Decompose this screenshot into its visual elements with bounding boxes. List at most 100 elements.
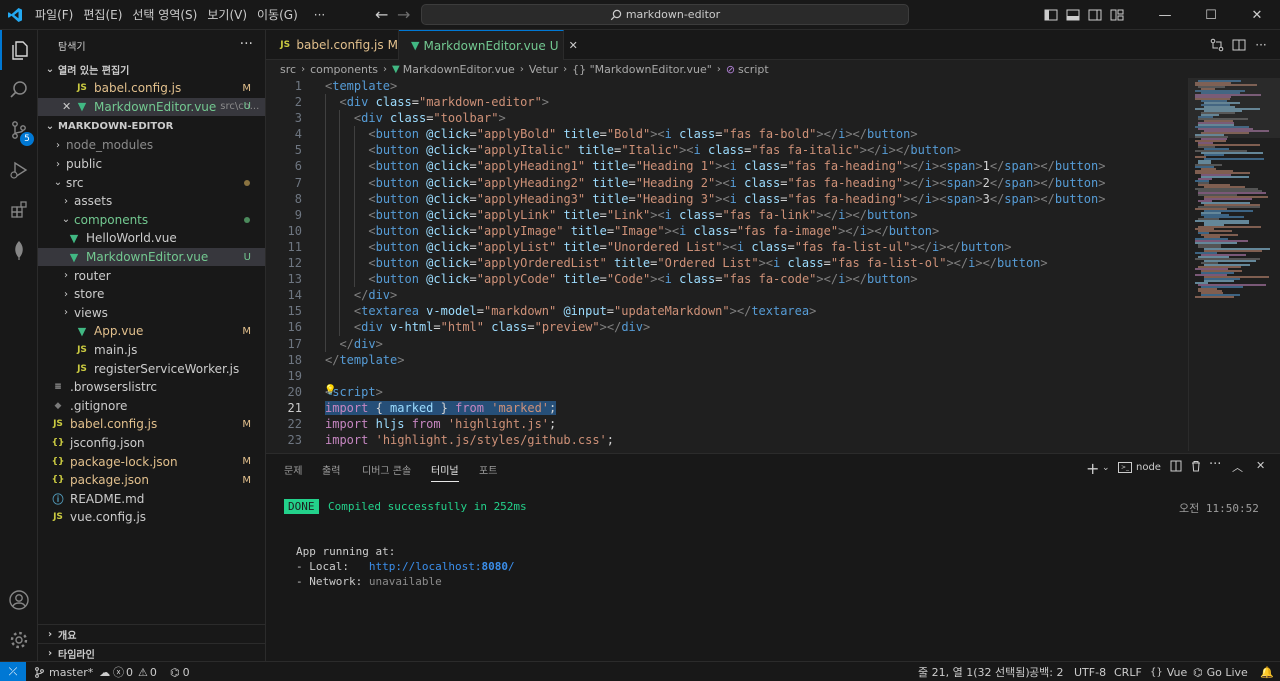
run-debug-icon[interactable] (0, 150, 38, 190)
more-actions-icon[interactable]: ··· (1250, 30, 1272, 60)
file-item[interactable]: {} package.json M (38, 471, 265, 490)
file-item[interactable]: JS babel.config.js M (38, 415, 265, 434)
code-line[interactable]: 15 <textarea v-model="markdown" @input="… (266, 303, 1186, 320)
breadcrumb-item[interactable]: Vetur (529, 63, 558, 76)
ports-status[interactable]: ⌬ 0 (170, 662, 190, 681)
end-of-line[interactable]: CRLF (1114, 662, 1142, 681)
file-item[interactable]: ⓘ README.md (38, 489, 265, 508)
tab-ports[interactable]: 포트 (479, 462, 497, 477)
code-line[interactable]: 1 <template> (266, 78, 1186, 94)
sync-icon[interactable]: ☁ (99, 666, 110, 679)
folder-item[interactable]: › views (38, 304, 265, 323)
code-line[interactable]: 7 <button @click="applyHeading2" title="… (266, 174, 1186, 191)
code-line[interactable]: 20 <script> (266, 384, 1186, 400)
open-editor-item[interactable]: JS babel.config.js M (38, 79, 265, 98)
toggle-secondary-sidebar-icon[interactable] (1084, 0, 1106, 30)
minimap-viewport[interactable] (1189, 78, 1280, 138)
code-line[interactable]: 17 </div> (266, 335, 1186, 352)
code-line[interactable]: 9 <button @click="applyLink" title="Link… (266, 206, 1186, 223)
menu-edit[interactable]: 편집(E) (78, 0, 127, 30)
file-item[interactable]: ▼ HelloWorld.vue (38, 229, 265, 248)
file-item-selected[interactable]: ▼ MarkdownEditor.vue U (38, 247, 265, 267)
customize-layout-icon[interactable] (1106, 0, 1128, 30)
tab-close-icon[interactable]: ✕ (569, 39, 578, 52)
settings-gear-icon[interactable] (0, 620, 38, 660)
code-line[interactable]: 5 <button @click="applyItalic" title="It… (266, 142, 1186, 159)
command-center-search[interactable]: markdown-editor (421, 4, 909, 25)
minimap[interactable] (1188, 78, 1280, 451)
search-icon[interactable] (0, 70, 38, 110)
menu-file[interactable]: 파일(F) (30, 0, 78, 30)
more-actions-icon[interactable]: ··· (240, 36, 253, 52)
file-item[interactable]: {} jsconfig.json (38, 434, 265, 453)
code-line[interactable]: 4 <button @click="applyBold" title="Bold… (266, 126, 1186, 143)
new-terminal-icon[interactable]: + (1086, 459, 1099, 478)
code-line[interactable]: 18 </template> (266, 352, 1186, 368)
code-line[interactable]: 19 (266, 368, 1186, 384)
language-mode[interactable]: {} Vue (1150, 662, 1187, 681)
lightbulb-icon[interactable]: 💡 (324, 385, 336, 396)
code-line[interactable]: 12 <button @click="applyOrderedList" tit… (266, 255, 1186, 272)
tab-terminal[interactable]: 터미널 (431, 462, 459, 482)
split-terminal-icon[interactable] (1170, 460, 1182, 475)
split-editor-icon[interactable] (1228, 30, 1250, 60)
menu-selection[interactable]: 선택 영역(S) (127, 0, 202, 30)
cursor-position[interactable]: 줄 21, 열 1(32 선택됨) (918, 662, 1030, 681)
code-line[interactable]: 14 </div> (266, 287, 1186, 304)
file-item[interactable]: ≡ .browserslistrc (38, 378, 265, 397)
code-line[interactable]: 10 <button @click="applyImage" title="Im… (266, 222, 1186, 239)
toggle-primary-sidebar-icon[interactable] (1040, 0, 1062, 30)
forward-arrow-icon[interactable]: → (390, 5, 417, 24)
code-line[interactable]: 8 <button @click="applyHeading3" title="… (266, 190, 1186, 207)
tab-babel-config[interactable]: JS babel.config.js M (266, 30, 399, 60)
code-line[interactable]: 22 import hljs from 'highlight.js'; (266, 416, 1186, 432)
remote-indicator-icon[interactable]: ⤫ (0, 662, 26, 681)
timeline-section[interactable]: › 타임라인 (38, 643, 266, 663)
more-actions-icon[interactable]: ··· (1209, 457, 1221, 472)
file-item[interactable]: JS registerServiceWorker.js (38, 359, 265, 378)
file-item[interactable]: JS vue.config.js (38, 508, 265, 527)
toggle-panel-icon[interactable] (1062, 0, 1084, 30)
project-header[interactable]: ⌄ MARKDOWN-EDITOR (38, 117, 265, 136)
folder-item[interactable]: › router (38, 266, 265, 285)
breadcrumb-item[interactable]: components (310, 63, 378, 76)
chevron-down-icon[interactable]: ⌄ (1102, 463, 1110, 473)
menu-go[interactable]: 이동(G) (252, 0, 303, 30)
file-item[interactable]: ◆ .gitignore (38, 397, 265, 416)
maximize-panel-icon[interactable]: ︿ (1232, 459, 1243, 475)
indentation[interactable]: 공백: 2 (1029, 662, 1063, 681)
account-icon[interactable] (0, 580, 38, 620)
code-line[interactable]: 13 <button @click="applyCode" title="Cod… (266, 271, 1186, 288)
close-icon[interactable]: ✕ (62, 100, 74, 113)
open-editors-header[interactable]: ⌄ 열려 있는 편집기 (38, 60, 265, 79)
file-item[interactable]: JS main.js (38, 341, 265, 360)
minimize-button[interactable]: — (1142, 0, 1188, 30)
folder-item[interactable]: ⌄ src (38, 173, 265, 192)
folder-item[interactable]: › node_modules (38, 136, 265, 155)
branch-status[interactable]: master* ☁ (34, 662, 110, 681)
local-url[interactable]: http://localhost:8080/ (369, 560, 515, 573)
outline-section[interactable]: › 개요 (38, 624, 266, 644)
explorer-icon[interactable] (0, 30, 38, 70)
extensions-icon[interactable] (0, 190, 38, 230)
open-editor-item-active[interactable]: ✕ ▼ MarkdownEditor.vue src\co... U (38, 97, 265, 117)
code-line[interactable]: 6 <button @click="applyHeading1" title="… (266, 158, 1186, 175)
folder-item[interactable]: › public (38, 155, 265, 174)
tab-problems[interactable]: 문제 (284, 462, 302, 477)
mongodb-leaf-icon[interactable] (0, 230, 38, 270)
go-live-button[interactable]: ⌬ Go Live (1193, 662, 1248, 681)
code-line[interactable]: 3 <div class="toolbar"> (266, 110, 1186, 127)
problems-status[interactable]: ⓧ 0 ⚠ 0 (113, 662, 157, 681)
code-line[interactable]: 23 import 'highlight.js/styles/github.css… (266, 432, 1186, 448)
terminal-name[interactable]: node (1136, 462, 1161, 473)
code-line[interactable]: 16 <div v-html="html" class="preview"></… (266, 319, 1186, 336)
code-editor[interactable]: 1 <template> 2 <div class="markdown-editor… (266, 78, 1186, 451)
code-line[interactable]: 11 <button @click="applyList" title="Uno… (266, 238, 1186, 256)
breadcrumb-item[interactable]: script (738, 63, 769, 76)
trash-icon[interactable] (1190, 460, 1202, 475)
folder-item[interactable]: ⌄ components (38, 211, 265, 230)
file-item[interactable]: {} package-lock.json M (38, 452, 265, 471)
file-item[interactable]: ▼ App.vue M (38, 322, 265, 341)
tab-output[interactable]: 출력 (322, 462, 340, 477)
folder-item[interactable]: › assets (38, 192, 265, 211)
